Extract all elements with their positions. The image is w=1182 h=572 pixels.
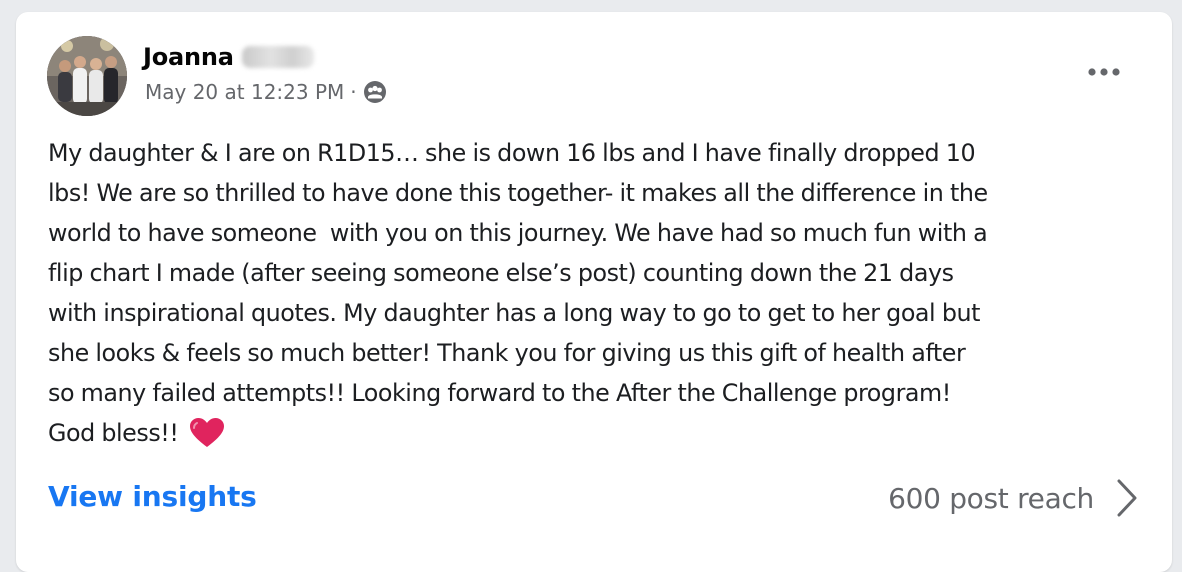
view-insights-link[interactable]: View insights [48, 480, 257, 513]
red-heart-icon [190, 418, 225, 447]
chevron-right-icon [1117, 479, 1137, 517]
redacted-surname [241, 46, 314, 68]
author-name[interactable]: Joanna [143, 43, 234, 71]
post-reach-link[interactable]: 600 post reach [888, 478, 1138, 518]
post-timestamp[interactable]: May 20 at 12:23 PM [145, 80, 344, 104]
author-row: Joanna [143, 40, 314, 74]
more-options-button[interactable] [1082, 56, 1126, 88]
post-body-text: My daughter & I are on R1D15… she is dow… [48, 139, 988, 447]
author-avatar[interactable] [47, 36, 127, 116]
post-reach-text: 600 post reach [888, 481, 1094, 515]
post-body: My daughter & I are on R1D15… she is dow… [48, 133, 1160, 453]
group-audience-icon[interactable] [363, 80, 387, 104]
post-meta: May 20 at 12:23 PM · [145, 80, 387, 104]
more-options-icon [1088, 68, 1120, 76]
meta-separator: · [350, 80, 357, 104]
avatar-photo [47, 36, 127, 116]
post-card: Joanna May 20 at 12:23 PM · My daughter … [16, 12, 1172, 572]
